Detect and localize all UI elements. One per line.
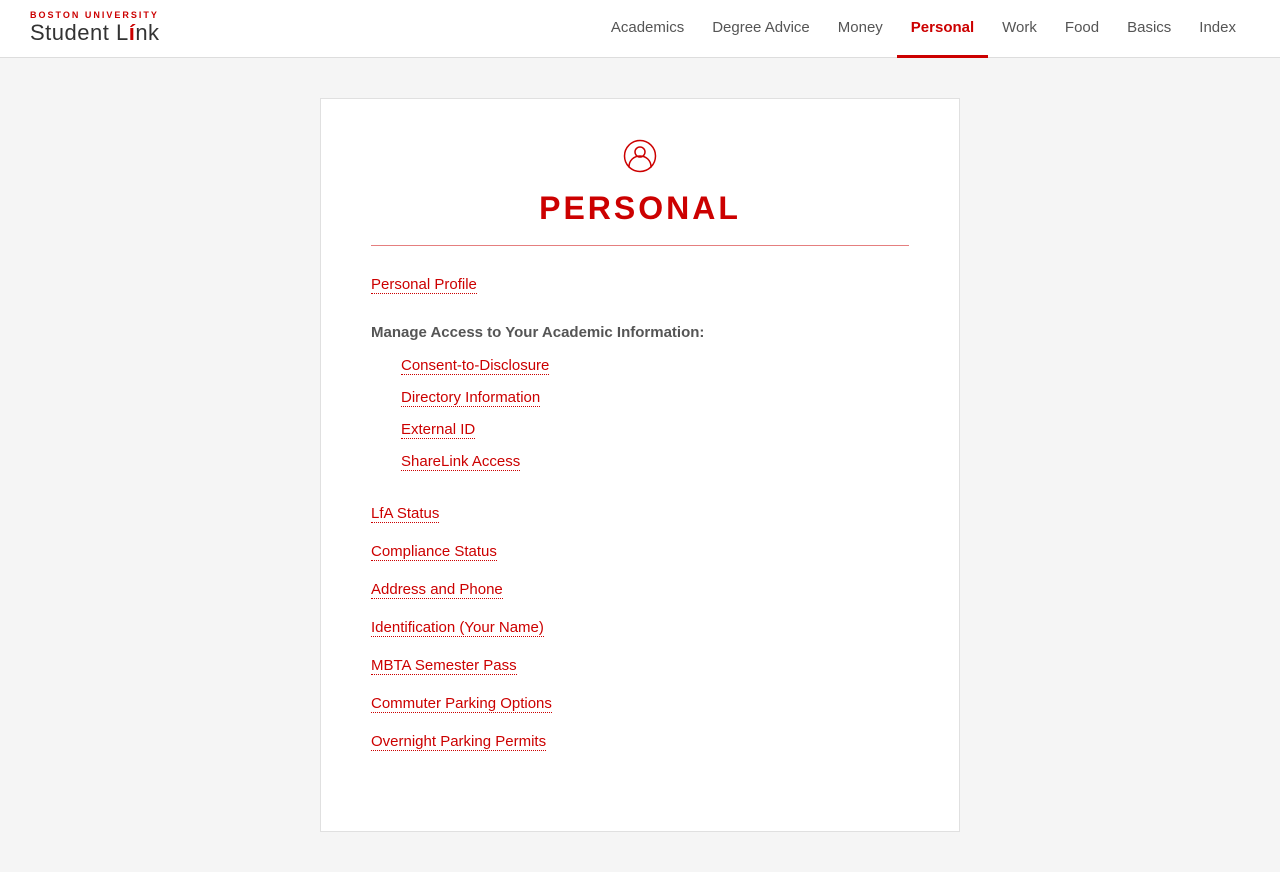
identification-link[interactable]: Identification (Your Name) [371, 619, 544, 637]
external-id-link[interactable]: External ID [401, 421, 475, 439]
studentlink-text: Student Línk [30, 21, 160, 45]
site-header: BOSTON UNIVERSITY Student Línk Academics… [0, 0, 1280, 58]
logo-accent: í [129, 20, 136, 45]
page-icon [371, 139, 909, 180]
nav-degree-advice[interactable]: Degree Advice [698, 0, 824, 58]
manage-heading: Manage Access to Your Academic Informati… [371, 324, 909, 341]
main-links-container: LfA Status Compliance Status Address and… [371, 505, 909, 771]
commuter-parking-link[interactable]: Commuter Parking Options [371, 695, 552, 713]
main-content: PERSONAL Personal Profile Manage Access … [0, 58, 1280, 872]
address-phone-link[interactable]: Address and Phone [371, 581, 503, 599]
directory-information-link[interactable]: Directory Information [401, 389, 540, 407]
content-card: PERSONAL Personal Profile Manage Access … [320, 98, 960, 832]
main-nav: Academics Degree Advice Money Personal W… [597, 0, 1250, 58]
sharelink-access-link[interactable]: ShareLink Access [401, 453, 520, 471]
lfa-status-link[interactable]: LfA Status [371, 505, 439, 523]
overnight-parking-link[interactable]: Overnight Parking Permits [371, 733, 546, 751]
personal-profile-link[interactable]: Personal Profile [371, 276, 477, 294]
nav-food[interactable]: Food [1051, 0, 1113, 58]
nav-index[interactable]: Index [1185, 0, 1250, 58]
title-divider [371, 245, 909, 246]
nav-work[interactable]: Work [988, 0, 1051, 58]
sub-links-container: Consent-to-Disclosure Directory Informat… [371, 357, 909, 485]
nav-money[interactable]: Money [824, 0, 897, 58]
consent-disclosure-link[interactable]: Consent-to-Disclosure [401, 357, 549, 375]
site-logo[interactable]: BOSTON UNIVERSITY Student Línk [30, 11, 160, 45]
compliance-status-link[interactable]: Compliance Status [371, 543, 497, 561]
nav-academics[interactable]: Academics [597, 0, 698, 58]
page-title: PERSONAL [371, 190, 909, 227]
nav-personal[interactable]: Personal [897, 0, 988, 58]
nav-basics[interactable]: Basics [1113, 0, 1185, 58]
mbta-semester-pass-link[interactable]: MBTA Semester Pass [371, 657, 517, 675]
